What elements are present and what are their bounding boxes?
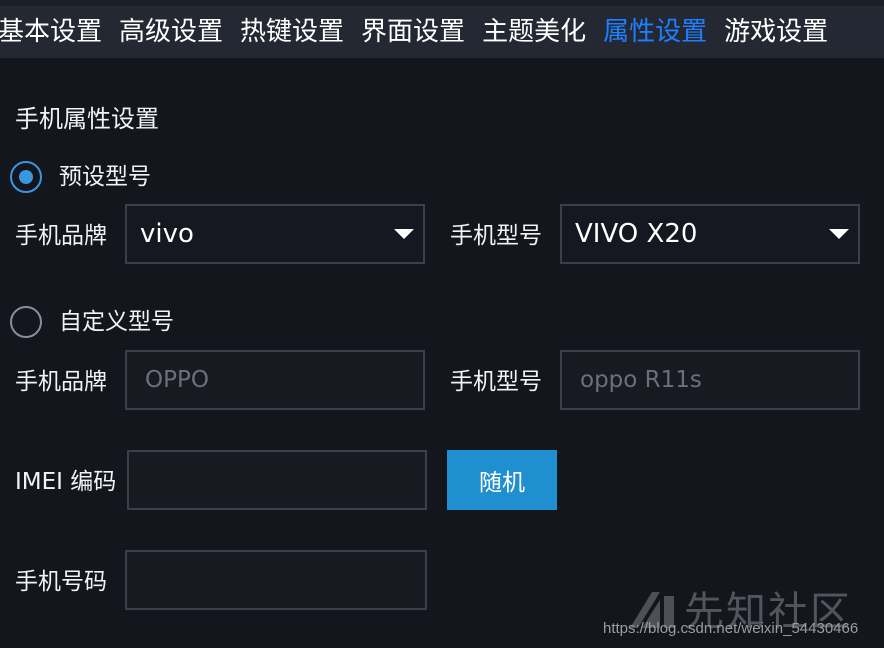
- preset-brand-label: 手机品牌: [15, 223, 107, 249]
- tab-game-settings[interactable]: 游戏设置: [724, 12, 828, 52]
- preset-model-radio[interactable]: [10, 161, 42, 193]
- custom-model-input[interactable]: [560, 350, 860, 410]
- brand-select[interactable]: vivo: [125, 204, 425, 264]
- section-title: 手机属性设置: [15, 105, 159, 133]
- custom-brand-label: 手机品牌: [15, 369, 107, 395]
- settings-tab-bar: 基本设置 高级设置 热键设置 界面设置 主题美化 属性设置 游戏设置: [0, 0, 884, 58]
- brand-select-value: vivo: [140, 219, 194, 249]
- imei-label: IMEI 编码: [15, 469, 117, 495]
- tab-advanced-settings[interactable]: 高级设置: [119, 12, 223, 52]
- preset-model-field-label: 手机型号: [450, 223, 542, 249]
- chevron-down-icon: [394, 229, 414, 239]
- tab-theme[interactable]: 主题美化: [482, 12, 586, 52]
- tab-bar-top-strip: [0, 0, 884, 6]
- preset-model-option[interactable]: 预设型号: [10, 161, 151, 193]
- tab-basic-settings[interactable]: 基本设置: [0, 12, 102, 52]
- custom-model-radio[interactable]: [10, 306, 42, 338]
- custom-model-option[interactable]: 自定义型号: [10, 306, 174, 338]
- custom-brand-input[interactable]: [125, 350, 425, 410]
- random-imei-button[interactable]: 随机: [447, 450, 557, 510]
- custom-model-label: 自定义型号: [59, 309, 174, 335]
- phone-number-input[interactable]: [125, 550, 427, 610]
- tab-list: 基本设置 高级设置 热键设置 界面设置 主题美化 属性设置 游戏设置: [0, 12, 845, 52]
- watermark-url: https://blog.csdn.net/weixin_54430466: [603, 620, 859, 637]
- preset-model-label: 预设型号: [59, 164, 151, 190]
- model-select[interactable]: VIVO X20: [560, 204, 860, 264]
- settings-window: 基本设置 高级设置 热键设置 界面设置 主题美化 属性设置 游戏设置 手机属性设…: [0, 0, 884, 648]
- model-select-value: VIVO X20: [575, 219, 698, 249]
- chevron-down-icon: [829, 229, 849, 239]
- tab-property-settings[interactable]: 属性设置: [603, 12, 707, 52]
- custom-model-field-label: 手机型号: [450, 369, 542, 395]
- tab-hotkey-settings[interactable]: 热键设置: [240, 12, 344, 52]
- phone-number-label: 手机号码: [15, 569, 107, 595]
- tab-interface-settings[interactable]: 界面设置: [361, 12, 465, 52]
- imei-input[interactable]: [127, 450, 427, 510]
